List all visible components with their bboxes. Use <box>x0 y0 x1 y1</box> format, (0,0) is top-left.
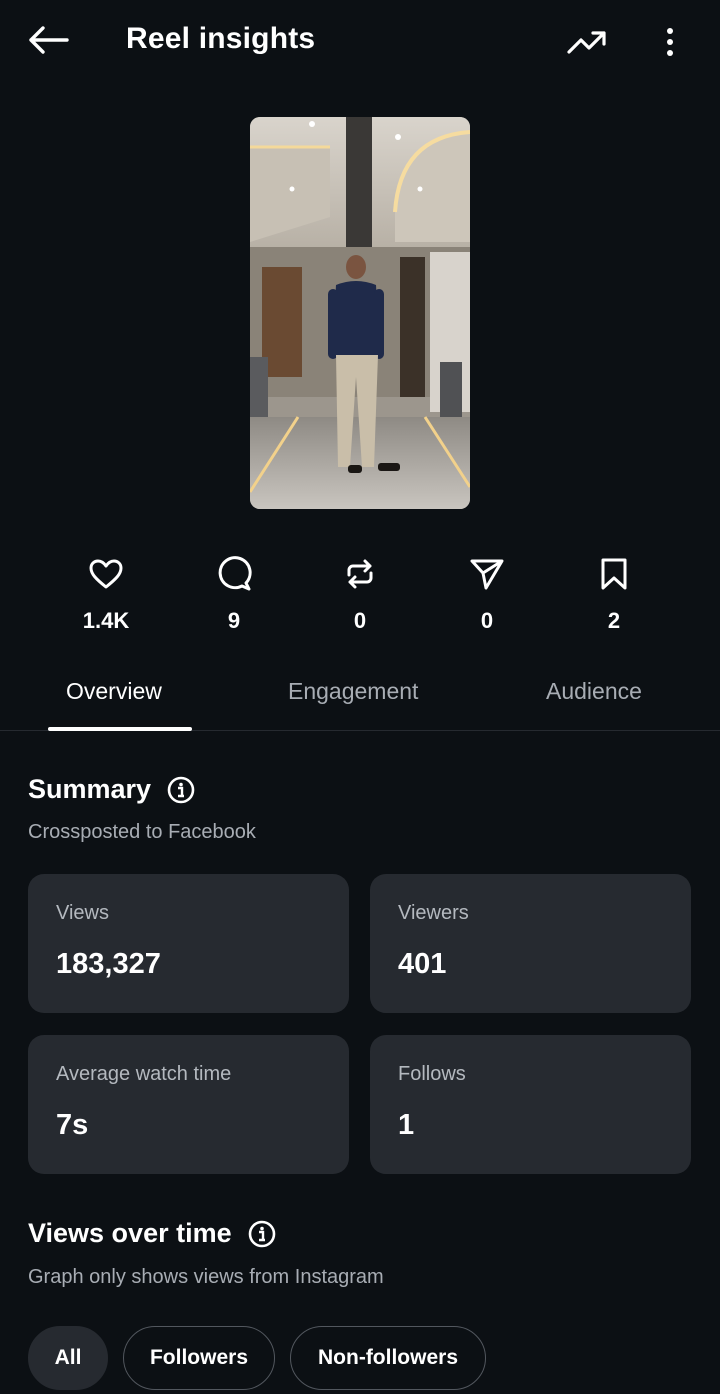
viewers-label: Viewers <box>398 902 469 924</box>
tab-engagement[interactable]: Engagement <box>288 678 418 705</box>
views-label: Views <box>56 902 109 924</box>
average-watch-time-value: 7s <box>56 1109 89 1141</box>
summary-subtitle: Crossposted to Facebook <box>28 821 256 843</box>
viewers-value: 401 <box>398 948 447 980</box>
viewers-card[interactable]: Viewers 401 <box>370 874 691 1013</box>
saves-count: 2 <box>607 608 621 633</box>
active-tab-indicator <box>48 727 192 731</box>
back-button[interactable] <box>22 18 74 62</box>
reposts-stat[interactable]: 0 <box>320 552 400 634</box>
comments-count: 9 <box>227 608 241 633</box>
likes-count: 1.4K <box>82 608 130 633</box>
follows-card[interactable]: Follows 1 <box>370 1035 691 1174</box>
likes-stat[interactable]: 1.4K <box>66 552 146 634</box>
insights-tabs: Overview Engagement Audience <box>0 666 720 731</box>
filter-followers-chip[interactable]: Followers <box>123 1326 275 1390</box>
trending-up-icon <box>567 31 606 54</box>
shares-count: 0 <box>480 608 494 633</box>
heart-icon <box>89 559 123 589</box>
info-icon[interactable] <box>167 776 195 804</box>
trends-button[interactable] <box>562 20 612 64</box>
reposts-count: 0 <box>353 608 367 633</box>
summary-heading: Summary <box>28 774 195 805</box>
follows-value: 1 <box>398 1109 415 1141</box>
saves-stat[interactable]: 2 <box>574 552 654 634</box>
average-watch-time-card[interactable]: Average watch time 7s <box>28 1035 349 1174</box>
filter-all-chip[interactable]: All <box>28 1326 108 1390</box>
views-over-time-heading: Views over time <box>28 1218 276 1249</box>
tab-overview[interactable]: Overview <box>66 678 162 705</box>
shares-stat[interactable]: 0 <box>447 552 527 634</box>
reel-thumbnail[interactable] <box>250 117 470 509</box>
more-vertical-icon <box>667 28 673 56</box>
summary-title: Summary <box>28 774 152 804</box>
views-over-time-title: Views over time <box>28 1218 232 1248</box>
more-options-button[interactable] <box>650 20 690 64</box>
reel-insights-screen: Reel insights 1.4K 9 0 0 2 Overview Enga… <box>0 0 720 1394</box>
views-value: 183,327 <box>56 948 161 980</box>
views-over-time-subtitle: Graph only shows views from Instagram <box>28 1266 384 1288</box>
reel-stats: 1.4K 9 0 0 2 <box>0 552 720 642</box>
tab-audience[interactable]: Audience <box>546 678 642 705</box>
comments-stat[interactable]: 9 <box>194 552 274 634</box>
repost-icon <box>347 559 373 589</box>
top-bar: Reel insights <box>0 0 720 82</box>
follows-label: Follows <box>398 1063 466 1085</box>
arrow-left-icon <box>29 26 69 54</box>
filter-non-followers-chip[interactable]: Non-followers <box>290 1326 486 1390</box>
info-icon[interactable] <box>248 1220 276 1248</box>
bookmark-icon <box>601 558 627 590</box>
average-watch-time-label: Average watch time <box>56 1063 232 1085</box>
comment-icon <box>218 556 252 591</box>
page-title: Reel insights <box>126 22 316 55</box>
share-icon <box>470 559 504 590</box>
views-card[interactable]: Views 183,327 <box>28 874 349 1013</box>
